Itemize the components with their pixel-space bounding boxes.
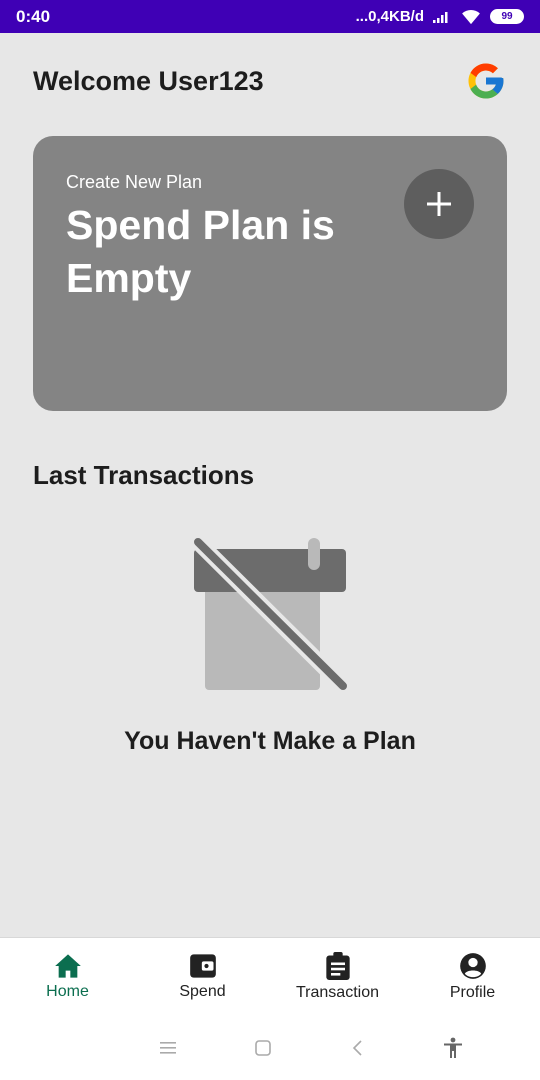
nav-item-home[interactable]: Home xyxy=(0,938,135,1015)
status-time: 0:40 xyxy=(16,6,51,26)
nav-label-transaction: Transaction xyxy=(296,983,379,1001)
status-bar: 0:40 ...0,4KB/d 99 xyxy=(0,0,540,33)
add-plan-button[interactable] xyxy=(404,169,474,239)
nav-label-profile: Profile xyxy=(449,983,496,1001)
signal-icon xyxy=(433,11,448,23)
status-indicators: ...0,4KB/d 99 xyxy=(356,8,524,25)
accessibility-icon xyxy=(443,1037,462,1058)
plan-card-title: Spend Plan is Empty xyxy=(66,202,335,302)
empty-state-message: You Haven't Make a Plan xyxy=(124,727,416,755)
account-circle-icon xyxy=(459,952,486,979)
back-chevron-icon xyxy=(352,1039,362,1056)
system-menu-button[interactable] xyxy=(148,1028,188,1068)
nav-item-profile[interactable]: Profile xyxy=(405,938,540,1015)
battery-indicator: 99 xyxy=(490,9,524,24)
last-transactions-title: Last Transactions xyxy=(33,460,255,490)
nav-label-home: Home xyxy=(46,982,89,1000)
welcome-title: Welcome User123 xyxy=(33,65,264,96)
google-logo-icon xyxy=(468,63,504,99)
nav-label-spend: Spend xyxy=(179,982,226,1000)
square-icon xyxy=(254,1039,271,1056)
system-home-button[interactable] xyxy=(243,1028,283,1068)
menu-icon xyxy=(159,1041,176,1054)
home-icon xyxy=(54,953,81,978)
system-navigation-bar xyxy=(0,1015,540,1080)
nav-item-spend[interactable]: Spend xyxy=(135,938,270,1015)
calendar-off-icon xyxy=(190,536,350,694)
network-speed: ...0,4KB/d xyxy=(355,8,424,25)
system-back-button[interactable] xyxy=(338,1028,378,1068)
clipboard-icon xyxy=(325,951,350,980)
header: Welcome User123 xyxy=(33,60,507,102)
wifi-icon xyxy=(462,9,480,24)
plus-icon xyxy=(427,192,451,216)
bottom-navigation: Home Spend Transaction Profile xyxy=(0,937,540,1015)
nav-item-transaction[interactable]: Transaction xyxy=(270,938,405,1015)
accessibility-button[interactable] xyxy=(433,1028,473,1068)
wallet-icon xyxy=(189,953,216,978)
create-plan-card[interactable]: Create New Plan Spend Plan is Empty xyxy=(33,136,507,411)
